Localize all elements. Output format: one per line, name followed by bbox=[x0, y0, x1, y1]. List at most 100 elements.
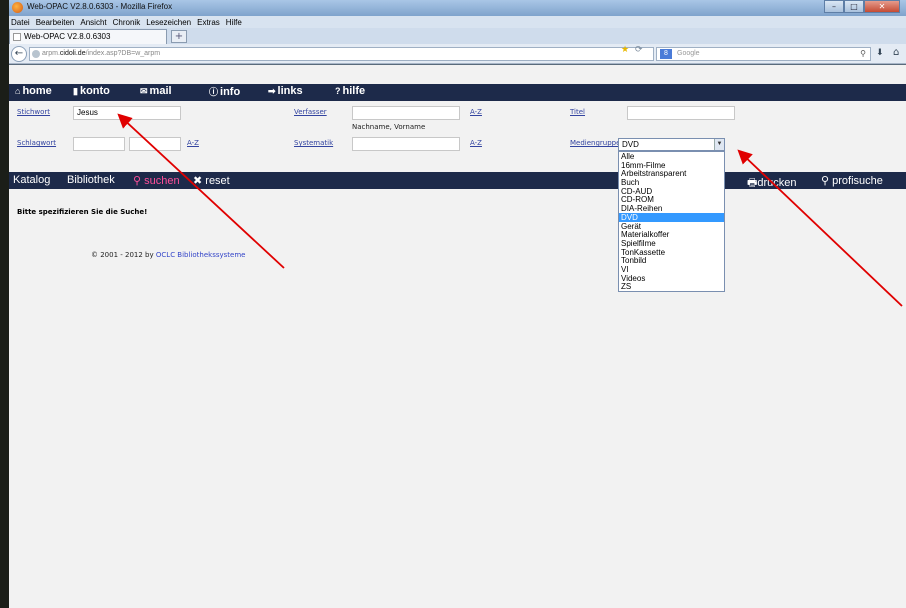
menu-hilfe[interactable]: Hilfe bbox=[226, 18, 242, 27]
back-arrow-icon[interactable]: ← bbox=[11, 46, 27, 62]
window-titlebar: Web-OPAC V2.8.0.6303 - Mozilla Firefox –… bbox=[9, 0, 906, 16]
verfasser-az-link[interactable]: A-Z bbox=[470, 108, 482, 116]
profisuche-button[interactable]: ⚲ profisuche bbox=[821, 174, 883, 187]
verfasser-input[interactable] bbox=[352, 106, 460, 120]
top-navigation: ⌂ home ▮ konto ✉ mail ⓘ info ➡ links ? hilfe bbox=[9, 84, 906, 101]
url-domain: cidoli.de bbox=[59, 50, 86, 57]
nav-konto[interactable]: ▮ konto bbox=[73, 85, 110, 97]
url-bar[interactable]: arpm.cidoli.de/index.asp?DB=w_arpm bbox=[29, 47, 654, 61]
nav-links[interactable]: ➡ links bbox=[268, 85, 303, 97]
tab-web-opac[interactable]: Web-OPAC V2.8.0.6303 bbox=[9, 29, 167, 44]
menu-bearbeiten[interactable]: Bearbeiten bbox=[36, 18, 75, 27]
menu-chronik[interactable]: Chronik bbox=[113, 18, 141, 27]
schlagwort-az-link[interactable]: A-Z bbox=[187, 139, 199, 147]
option-tonkassette[interactable]: TonKassette bbox=[619, 248, 724, 257]
new-tab-button[interactable]: + bbox=[171, 30, 187, 43]
option-buch[interactable]: Buch bbox=[619, 178, 724, 187]
web-page: ⌂ home ▮ konto ✉ mail ⓘ info ➡ links ? hilfe S… bbox=[9, 65, 906, 608]
menu-bar: Datei Bearbeiten Ansicht Chronik Lesezei… bbox=[9, 16, 906, 28]
systematik-input[interactable] bbox=[352, 137, 460, 151]
window-title: Web-OPAC V2.8.0.6303 - Mozilla Firefox bbox=[27, 2, 173, 11]
chevron-down-icon[interactable]: ▼ bbox=[714, 139, 724, 150]
option-spielfilme[interactable]: Spielfilme bbox=[619, 239, 724, 248]
reset-label: reset bbox=[205, 175, 230, 187]
desktop-edge bbox=[0, 0, 9, 608]
footer-oclc-link[interactable]: OCLC Bibliothekssysteme bbox=[156, 251, 246, 259]
stichwort-label[interactable]: Stichwort bbox=[17, 108, 50, 116]
tab-strip: Web-OPAC V2.8.0.6303 + bbox=[9, 28, 906, 44]
maximize-button[interactable]: □ bbox=[844, 0, 864, 13]
schlagwort-input-1[interactable] bbox=[73, 137, 125, 151]
arrow-right-icon: ➡ bbox=[268, 86, 276, 96]
menu-extras[interactable]: Extras bbox=[197, 18, 220, 27]
option-16mm-filme[interactable]: 16mm-Filme bbox=[619, 161, 724, 170]
reset-button[interactable]: ✖ reset bbox=[193, 174, 230, 187]
titel-input[interactable] bbox=[627, 106, 735, 120]
drucken-label: drucken bbox=[757, 177, 797, 189]
nav-home[interactable]: ⌂ home bbox=[15, 85, 52, 97]
mediengruppe-dropdown-list: Alle 16mm-Filme Arbeitstransparent Buch … bbox=[618, 151, 725, 292]
suchen-button[interactable]: ⚲ suchen bbox=[133, 174, 180, 187]
nav-konto-label: konto bbox=[79, 85, 110, 97]
menu-datei[interactable]: Datei bbox=[11, 18, 30, 27]
print-icon: 🖶 bbox=[747, 177, 758, 189]
search-icon[interactable]: ⚲ bbox=[860, 48, 866, 60]
profisuche-label: profisuche bbox=[832, 175, 883, 187]
suchen-label: suchen bbox=[144, 175, 180, 187]
menu-lesezeichen[interactable]: Lesezeichen bbox=[146, 18, 191, 27]
systematik-az-link[interactable]: A-Z bbox=[470, 139, 482, 147]
verfasser-label[interactable]: Verfasser bbox=[294, 108, 327, 116]
account-icon: ▮ bbox=[73, 86, 78, 96]
reload-icon[interactable]: ⟳ bbox=[635, 45, 643, 55]
option-geraet[interactable]: Gerät bbox=[619, 222, 724, 231]
bibliothek-link[interactable]: Bibliothek bbox=[67, 174, 115, 186]
home-icon: ⌂ bbox=[15, 86, 21, 96]
menu-ansicht[interactable]: Ansicht bbox=[80, 18, 106, 27]
help-icon: ? bbox=[335, 86, 341, 96]
url-domain-prefix: arpm. bbox=[42, 50, 60, 57]
nav-info[interactable]: ⓘ info bbox=[209, 85, 240, 98]
minimize-button[interactable]: – bbox=[824, 0, 844, 13]
option-tonbild[interactable]: Tonbild bbox=[619, 256, 724, 265]
option-dia-reihen[interactable]: DIA-Reihen bbox=[619, 204, 724, 213]
nav-hilfe[interactable]: ? hilfe bbox=[335, 85, 365, 97]
nav-mail[interactable]: ✉ mail bbox=[140, 85, 172, 97]
systematik-label[interactable]: Systematik bbox=[294, 139, 333, 147]
katalog-link[interactable]: Katalog bbox=[13, 174, 50, 186]
schlagwort-label[interactable]: Schlagwort bbox=[17, 139, 56, 147]
mediengruppe-select[interactable]: DVD ▼ bbox=[618, 138, 725, 151]
option-vi[interactable]: VI bbox=[619, 265, 724, 274]
option-materialkoffer[interactable]: Materialkoffer bbox=[619, 230, 724, 239]
footer: © 2001 - 2012 by OCLC Bibliothekssysteme bbox=[91, 251, 245, 259]
close-button[interactable]: ✕ bbox=[864, 0, 900, 13]
nav-info-label: info bbox=[220, 86, 241, 98]
option-cd-rom[interactable]: CD-ROM bbox=[619, 195, 724, 205]
option-arbeitstransparent[interactable]: Arbeitstransparent bbox=[619, 169, 724, 179]
tab-label: Web-OPAC V2.8.0.6303 bbox=[24, 32, 111, 41]
status-message: Bitte spezifizieren Sie die Suche! bbox=[17, 208, 148, 216]
option-zs[interactable]: ZS bbox=[619, 282, 724, 291]
mediengruppe-label[interactable]: Mediengruppe bbox=[570, 139, 620, 147]
search-placeholder: Google bbox=[677, 50, 700, 57]
download-icon[interactable]: ⬇ bbox=[876, 48, 884, 58]
nav-mail-label: mail bbox=[149, 85, 172, 97]
web-search-input[interactable]: 8 Google ⚲ bbox=[656, 47, 871, 61]
site-identity-icon[interactable] bbox=[32, 50, 40, 58]
titel-label[interactable]: Titel bbox=[570, 108, 585, 116]
drucken-button[interactable]: 🖶drucken bbox=[747, 174, 797, 193]
bookmark-star-icon[interactable]: ★ bbox=[621, 45, 629, 55]
option-videos[interactable]: Videos bbox=[619, 274, 724, 283]
nav-home-label: home bbox=[22, 85, 52, 97]
schlagwort-input-2[interactable] bbox=[129, 137, 181, 151]
option-alle[interactable]: Alle bbox=[619, 152, 724, 161]
option-cd-aud[interactable]: CD-AUD bbox=[619, 187, 724, 196]
info-icon: ⓘ bbox=[209, 87, 219, 97]
search-icon: ⚲ bbox=[821, 175, 830, 187]
home-icon[interactable]: ⌂ bbox=[893, 47, 899, 58]
firefox-icon bbox=[12, 2, 23, 13]
option-dvd[interactable]: DVD bbox=[619, 212, 724, 222]
url-path: /index.asp?DB=w_arpm bbox=[85, 50, 161, 57]
nav-hilfe-label: hilfe bbox=[342, 85, 366, 97]
stichwort-input[interactable]: Jesus bbox=[73, 106, 181, 120]
search-engine-badge[interactable]: 8 bbox=[660, 49, 672, 59]
